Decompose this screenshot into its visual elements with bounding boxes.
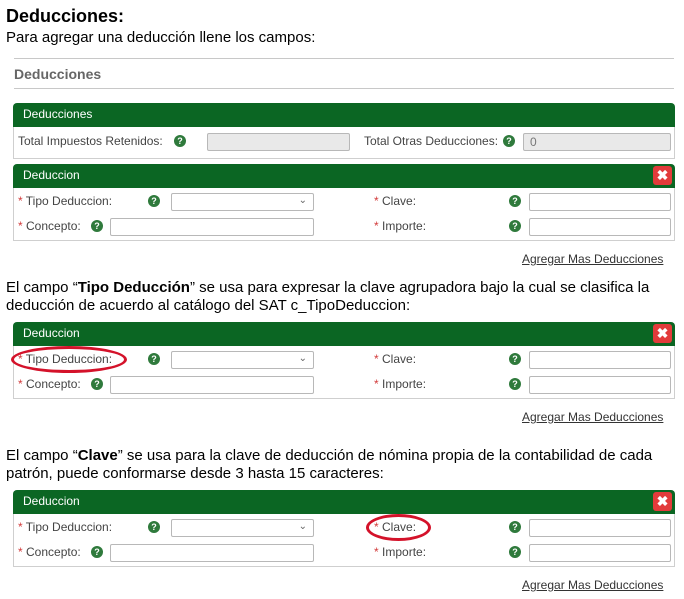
help-icon[interactable]: ?: [91, 378, 103, 390]
help-icon[interactable]: ?: [509, 195, 521, 207]
deduccion-form-panel: * Tipo Deduccion: ? ⌄ * Clave: ? * Conce…: [13, 514, 675, 567]
deducciones-summary-panel: Total Impuestos Retenidos: ? Total Otras…: [13, 127, 675, 159]
help-icon[interactable]: ?: [148, 521, 160, 533]
help-icon[interactable]: ?: [509, 521, 521, 533]
section-title: Deducciones: [14, 66, 102, 82]
concepto-label: * Concepto:: [18, 219, 81, 233]
help-icon[interactable]: ?: [509, 546, 521, 558]
close-button[interactable]: ✖: [653, 324, 672, 343]
total-retenidos-label: Total Impuestos Retenidos:: [18, 134, 163, 148]
clave-input[interactable]: [529, 193, 671, 211]
clave-description: El campo “Clave” se usa para la clave de…: [6, 447, 653, 482]
help-icon[interactable]: ?: [148, 353, 160, 365]
concepto-input[interactable]: [110, 544, 314, 562]
chevron-down-icon: ⌄: [298, 195, 307, 206]
form-header-title: Deduccion: [23, 494, 80, 508]
summary-header-title: Deducciones: [23, 107, 93, 121]
importe-label: * Importe:: [374, 377, 427, 391]
importe-label: * Importe:: [374, 545, 427, 559]
section-bottom-divider: [14, 88, 674, 89]
help-icon[interactable]: ?: [91, 546, 103, 558]
help-icon[interactable]: ?: [174, 135, 186, 147]
total-otras-label: Total Otras Deducciones:: [364, 134, 499, 148]
intro-text: Para agregar una deducción llene los cam…: [6, 29, 316, 46]
importe-input[interactable]: [529, 218, 671, 236]
concepto-input[interactable]: [110, 376, 314, 394]
help-icon[interactable]: ?: [91, 220, 103, 232]
clave-label: * Clave:: [374, 352, 417, 366]
clave-highlight-oval: [366, 514, 431, 541]
total-otras-field: 0: [523, 133, 671, 151]
add-more-deducciones-link[interactable]: Agregar Mas Deducciones: [522, 252, 663, 266]
section-top-divider: [14, 58, 674, 59]
importe-label: * Importe:: [374, 219, 427, 233]
tipo-deduccion-select[interactable]: ⌄: [171, 351, 314, 369]
tipo-deduccion-label: * Tipo Deduccion:: [18, 194, 113, 208]
concepto-label: * Concepto:: [18, 545, 81, 559]
form-header-title: Deduccion: [23, 326, 80, 340]
help-icon[interactable]: ?: [148, 195, 160, 207]
total-otras-value: 0: [530, 135, 537, 149]
help-icon[interactable]: ?: [509, 378, 521, 390]
help-icon[interactable]: ?: [509, 353, 521, 365]
add-more-deducciones-link[interactable]: Agregar Mas Deducciones: [522, 578, 663, 592]
tipo-deduccion-highlight-oval: [11, 346, 127, 373]
concepto-label: * Concepto:: [18, 377, 81, 391]
importe-input[interactable]: [529, 544, 671, 562]
help-icon[interactable]: ?: [503, 135, 515, 147]
page-heading: Deducciones:: [6, 6, 125, 26]
clave-label: * Clave:: [374, 194, 417, 208]
deduccion-form-header: Deduccion ✖: [13, 322, 675, 346]
deduccion-form-panel: * Tipo Deduccion: ? ⌄ * Clave: ? * Conce…: [13, 188, 675, 241]
close-button[interactable]: ✖: [653, 166, 672, 185]
add-more-deducciones-link[interactable]: Agregar Mas Deducciones: [522, 410, 663, 424]
tipo-deduccion-select[interactable]: ⌄: [171, 519, 314, 537]
tipo-deduccion-label: * Tipo Deduccion:: [18, 520, 113, 534]
clave-input[interactable]: [529, 351, 671, 369]
deduccion-form-header: Deduccion ✖: [13, 164, 675, 188]
help-icon[interactable]: ?: [509, 220, 521, 232]
chevron-down-icon: ⌄: [298, 353, 307, 364]
chevron-down-icon: ⌄: [298, 521, 307, 532]
deducciones-summary-header: Deducciones: [13, 103, 675, 127]
tipo-deduccion-select[interactable]: ⌄: [171, 193, 314, 211]
concepto-input[interactable]: [110, 218, 314, 236]
clave-input[interactable]: [529, 519, 671, 537]
close-button[interactable]: ✖: [653, 492, 672, 511]
total-retenidos-field: [207, 133, 350, 151]
importe-input[interactable]: [529, 376, 671, 394]
form-header-title: Deduccion: [23, 168, 80, 182]
deduccion-form-header: Deduccion ✖: [13, 490, 675, 514]
tipo-deduccion-description: El campo “Tipo Deducción” se usa para ex…: [6, 279, 650, 314]
